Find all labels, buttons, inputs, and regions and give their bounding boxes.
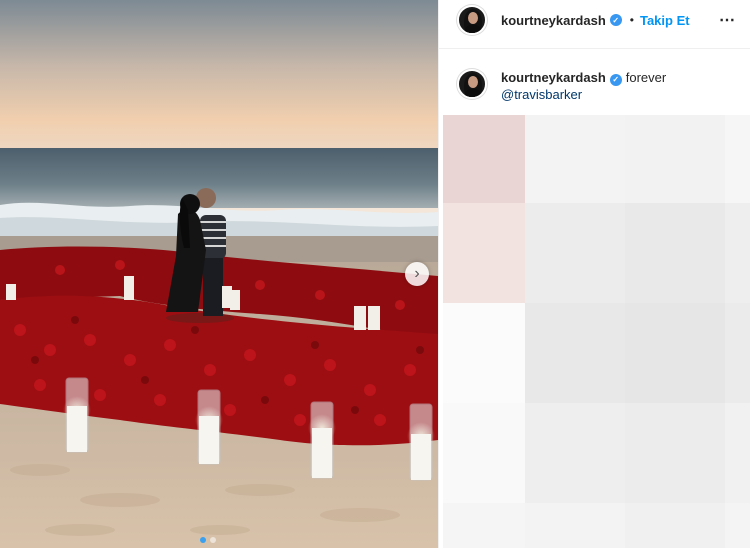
more-options-icon[interactable]: ⋯ xyxy=(719,10,736,30)
carousel-next-button[interactable]: › xyxy=(405,262,429,286)
follow-button[interactable]: Takip Et xyxy=(640,13,690,28)
blurred-comments-area xyxy=(443,115,750,548)
post-image[interactable]: › xyxy=(0,0,438,548)
caption-username[interactable]: kourtneykardash xyxy=(501,70,606,85)
post-header: kourtneykardash ✓ • Takip Et ⋯ xyxy=(439,0,750,40)
verified-badge-icon: ✓ xyxy=(609,14,622,26)
author-username[interactable]: kourtneykardash xyxy=(501,13,606,28)
caption-avatar[interactable] xyxy=(457,69,487,99)
beach-proposal-photo xyxy=(0,0,438,548)
separator-dot: • xyxy=(629,13,634,27)
verified-badge-icon: ✓ xyxy=(609,73,622,86)
caption-text-block: kourtneykardash ✓ forever @travisbarker xyxy=(501,69,666,119)
carousel-dot xyxy=(210,537,216,543)
carousel-indicator xyxy=(200,537,216,543)
carousel-dot-active xyxy=(200,537,206,543)
post-caption: kourtneykardash ✓ forever @travisbarker xyxy=(439,49,750,119)
mention-link[interactable]: @travisbarker xyxy=(501,86,666,103)
caption-text: forever xyxy=(625,70,667,85)
avatar[interactable] xyxy=(457,5,487,35)
chevron-right-icon: › xyxy=(414,265,420,282)
post-side-panel: kourtneykardash ✓ • Takip Et ⋯ kourtneyk… xyxy=(438,0,750,548)
